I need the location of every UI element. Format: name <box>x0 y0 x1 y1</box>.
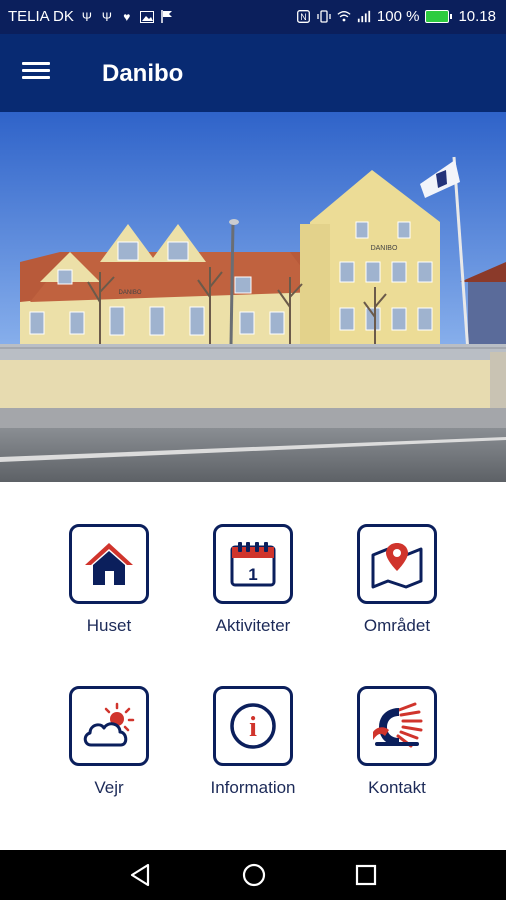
tile-huset-icon-box <box>69 524 149 604</box>
tile-omradet-label: Området <box>363 616 431 635</box>
app-title: Danibo <box>102 60 184 87</box>
tile-aktiviteter-label: Aktiviteter <box>215 616 291 635</box>
nfc-icon: N <box>297 10 311 24</box>
status-bar: TELIA DK Ψ Ψ ♥ N 100 % 10.18 <box>0 0 506 34</box>
tile-vejr[interactable]: Vejr <box>34 686 184 798</box>
tile-aktiviteter[interactable]: 1 Aktiviteter <box>178 524 328 636</box>
vibrate-icon <box>317 10 331 24</box>
tile-vejr-label: Vejr <box>94 778 124 797</box>
tile-information[interactable]: i Information <box>178 686 328 798</box>
heart-icon: ♥ <box>123 9 131 24</box>
status-left: TELIA DK Ψ Ψ ♥ <box>8 8 174 25</box>
weather-icon <box>83 702 135 747</box>
image-icon <box>139 10 154 24</box>
tile-omradet-icon-box <box>357 524 437 604</box>
info-glyph: i <box>249 712 257 743</box>
tile-huset[interactable]: Huset <box>34 524 184 636</box>
hero-photo: DANIBO DANIBO <box>0 112 506 482</box>
info-icon: i <box>230 703 276 749</box>
tile-vejr-icon-box <box>69 686 149 766</box>
status-right: N 100 % 10.18 <box>297 8 496 25</box>
tile-huset-label: Huset <box>86 616 132 635</box>
wifi-icon <box>337 10 351 24</box>
back-icon[interactable] <box>128 862 156 888</box>
tile-omradet[interactable]: Området <box>322 524 472 636</box>
flag-icon <box>160 10 174 24</box>
building-photo-illustration: DANIBO DANIBO <box>0 112 506 482</box>
tile-aktiviteter-icon-box: 1 <box>213 524 293 604</box>
carrier-name: TELIA DK <box>8 8 74 25</box>
home-icon[interactable] <box>240 862 268 888</box>
battery-percent: 100 % <box>376 8 420 25</box>
calendar-day: 1 <box>248 565 257 584</box>
menu-grid: Huset 1 Aktiviteter Området Vejr i Infor… <box>0 482 506 850</box>
contact-icon <box>373 702 423 748</box>
usb-icon: Ψ <box>101 9 112 24</box>
building-sign: DANIBO <box>371 245 398 252</box>
tile-information-label: Information <box>210 778 296 797</box>
tile-kontakt-icon-box <box>357 686 437 766</box>
calendar-icon: 1 <box>230 542 276 587</box>
battery-icon <box>425 10 453 23</box>
tile-information-icon-box: i <box>213 686 293 766</box>
tile-kontakt-label: Kontakt <box>368 778 426 797</box>
app-bar: Danibo <box>0 34 506 112</box>
building-sign-left: DANIBO <box>118 290 141 296</box>
house-icon <box>85 543 133 585</box>
system-nav-bar <box>0 850 506 900</box>
svg-text:N: N <box>301 12 308 22</box>
usb-icon: Ψ <box>81 9 92 24</box>
clock: 10.18 <box>458 8 496 25</box>
hamburger-menu-icon[interactable] <box>22 58 56 88</box>
tile-kontakt[interactable]: Kontakt <box>322 686 472 798</box>
recents-icon[interactable] <box>353 862 381 888</box>
signal-icon <box>357 10 371 24</box>
map-pin-icon <box>371 543 423 589</box>
